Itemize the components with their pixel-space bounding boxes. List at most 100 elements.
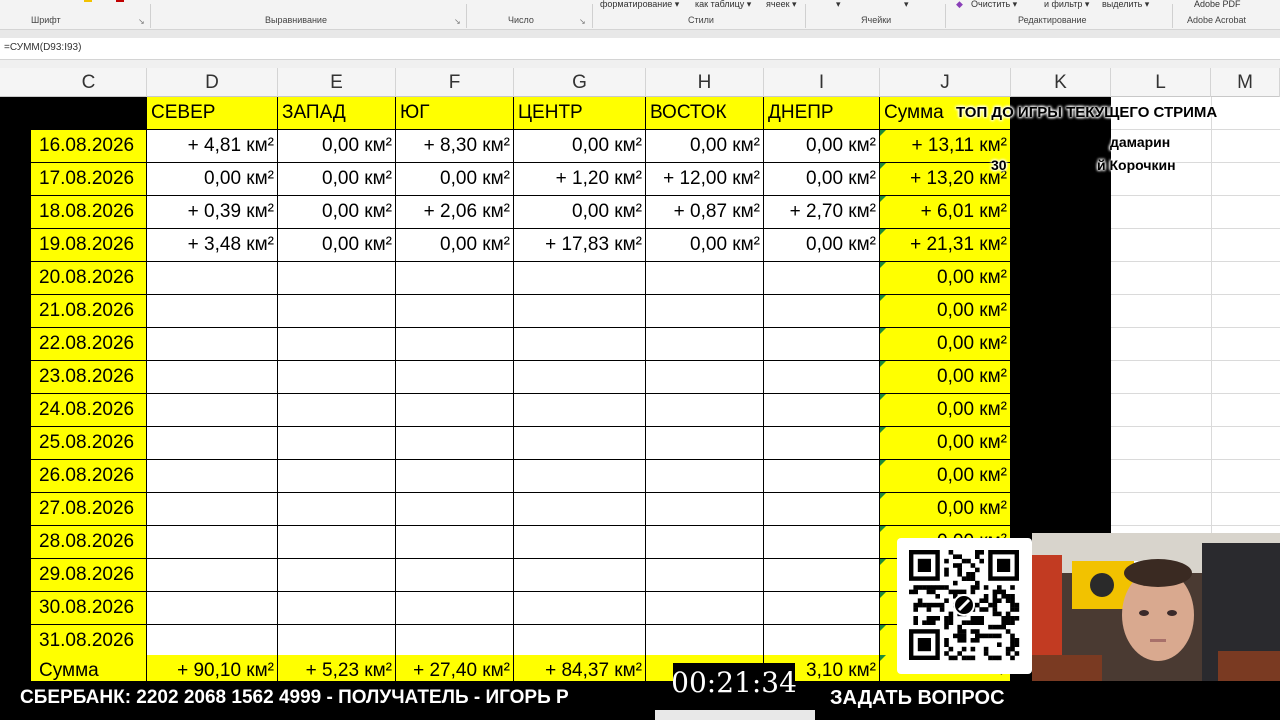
table-cell-center[interactable]: + 17,83 км² (514, 229, 646, 262)
table-cell-north[interactable]: + 0,39 км² (147, 196, 278, 229)
column-header-c[interactable]: C (31, 68, 147, 97)
table-cell-sum[interactable]: 0,00 км² (880, 493, 1011, 526)
table-cell-sum[interactable]: + 6,01 км² (880, 196, 1011, 229)
cells-dropdown-icon[interactable]: ▾ (904, 0, 909, 10)
dialog-launcher-icon[interactable]: ↘ (454, 17, 461, 26)
table-cell-center[interactable] (514, 559, 646, 592)
table-cell-east[interactable] (646, 427, 764, 460)
sort-filter-button[interactable]: и фильтр ▾ (1044, 0, 1089, 10)
table-cell-center[interactable]: 0,00 км² (514, 196, 646, 229)
table-cell-east[interactable] (646, 460, 764, 493)
table-cell-west[interactable] (278, 394, 396, 427)
table-cell-date[interactable]: 28.08.2026 (31, 526, 147, 559)
table-cell-date[interactable]: 26.08.2026 (31, 460, 147, 493)
table-cell-dnepr[interactable] (764, 295, 880, 328)
table-cell-west[interactable]: 0,00 км² (278, 163, 396, 196)
table-cell-sum[interactable]: 0,00 км² (880, 295, 1011, 328)
table-cell-dnepr[interactable] (764, 460, 880, 493)
table-cell-south[interactable] (396, 361, 514, 394)
table-cell-south[interactable] (396, 493, 514, 526)
table-cell-center[interactable]: 0,00 км² (514, 130, 646, 163)
table-cell-sum[interactable]: 0,00 км² (880, 328, 1011, 361)
table-cell-north[interactable]: + 4,81 км² (147, 130, 278, 163)
table-cell-south[interactable] (396, 559, 514, 592)
table-cell-center[interactable] (514, 526, 646, 559)
table-cell-west[interactable] (278, 493, 396, 526)
table-cell-west[interactable] (278, 427, 396, 460)
table-cell-east[interactable] (646, 361, 764, 394)
table-cell-dnepr[interactable] (764, 262, 880, 295)
table-cell-center[interactable] (514, 460, 646, 493)
table-cell-north[interactable] (147, 493, 278, 526)
table-header-cell[interactable]: СЕВЕР (147, 97, 278, 130)
table-cell-west[interactable] (278, 559, 396, 592)
table-cell-east[interactable] (646, 559, 764, 592)
formula-bar[interactable]: =СУММ(D93:I93) (0, 38, 1280, 60)
table-cell-center[interactable] (514, 427, 646, 460)
table-cell-south[interactable] (396, 295, 514, 328)
table-cell-center[interactable] (514, 328, 646, 361)
table-cell-south[interactable] (396, 262, 514, 295)
table-cell-west[interactable]: 0,00 км² (278, 130, 396, 163)
header-blank-cell[interactable] (31, 97, 147, 130)
adobe-pdf-button[interactable]: Adobe PDF (1194, 0, 1241, 9)
table-cell-south[interactable] (396, 427, 514, 460)
table-cell-center[interactable] (514, 295, 646, 328)
table-cell-east[interactable]: + 0,87 км² (646, 196, 764, 229)
table-cell-date[interactable]: 27.08.2026 (31, 493, 147, 526)
table-cell-west[interactable] (278, 526, 396, 559)
column-header-k[interactable]: K (1011, 68, 1111, 97)
table-cell-north[interactable] (147, 625, 278, 658)
column-header-j[interactable]: J (880, 68, 1011, 97)
cells-dropdown-icon[interactable]: ▾ (836, 0, 841, 10)
table-cell-sum[interactable]: 0,00 км² (880, 394, 1011, 427)
table-cell-west[interactable]: 0,00 км² (278, 229, 396, 262)
table-cell-south[interactable] (396, 526, 514, 559)
table-cell-north[interactable] (147, 559, 278, 592)
find-select-button[interactable]: выделить ▾ (1102, 0, 1149, 10)
table-cell-dnepr[interactable] (764, 559, 880, 592)
table-cell-date[interactable]: 25.08.2026 (31, 427, 147, 460)
table-cell-date[interactable]: 22.08.2026 (31, 328, 147, 361)
format-as-table-button[interactable]: как таблицу ▾ (695, 0, 751, 10)
table-cell-center[interactable] (514, 625, 646, 658)
table-cell-sum[interactable]: 0,00 км² (880, 361, 1011, 394)
highlight-color-icon[interactable] (84, 0, 92, 2)
eraser-icon[interactable]: ◆ (956, 0, 963, 10)
table-cell-west[interactable] (278, 460, 396, 493)
table-cell-east[interactable] (646, 592, 764, 625)
table-cell-west[interactable] (278, 625, 396, 658)
table-cell-dnepr[interactable] (764, 361, 880, 394)
table-cell-east[interactable]: 0,00 км² (646, 130, 764, 163)
table-cell-west[interactable] (278, 592, 396, 625)
table-cell-date[interactable]: 21.08.2026 (31, 295, 147, 328)
table-cell-date[interactable]: 31.08.2026 (31, 625, 147, 658)
table-cell-east[interactable] (646, 328, 764, 361)
table-cell-date[interactable]: 24.08.2026 (31, 394, 147, 427)
table-cell-date[interactable]: 19.08.2026 (31, 229, 147, 262)
table-cell-date[interactable]: 29.08.2026 (31, 559, 147, 592)
table-cell-east[interactable] (646, 493, 764, 526)
table-cell-south[interactable] (396, 394, 514, 427)
table-cell-south[interactable]: 0,00 км² (396, 229, 514, 262)
column-header-g[interactable]: G (514, 68, 646, 97)
table-cell-date[interactable]: 17.08.2026 (31, 163, 147, 196)
table-cell-dnepr[interactable]: 0,00 км² (764, 229, 880, 262)
table-cell-south[interactable] (396, 328, 514, 361)
column-header-d[interactable]: D (147, 68, 278, 97)
column-header-m[interactable]: M (1211, 68, 1280, 97)
table-cell-center[interactable] (514, 493, 646, 526)
table-cell-west[interactable]: 0,00 км² (278, 196, 396, 229)
table-cell-center[interactable] (514, 394, 646, 427)
table-cell-dnepr[interactable]: + 2,70 км² (764, 196, 880, 229)
table-header-cell[interactable]: ВОСТОК (646, 97, 764, 130)
table-cell-south[interactable]: 0,00 км² (396, 163, 514, 196)
table-cell-dnepr[interactable] (764, 592, 880, 625)
table-header-cell[interactable]: ЦЕНТР (514, 97, 646, 130)
table-cell-east[interactable]: + 12,00 км² (646, 163, 764, 196)
table-cell-north[interactable] (147, 328, 278, 361)
table-cell-north[interactable] (147, 460, 278, 493)
table-cell-center[interactable]: + 1,20 км² (514, 163, 646, 196)
table-cell-east[interactable] (646, 295, 764, 328)
column-header-l[interactable]: L (1111, 68, 1211, 97)
